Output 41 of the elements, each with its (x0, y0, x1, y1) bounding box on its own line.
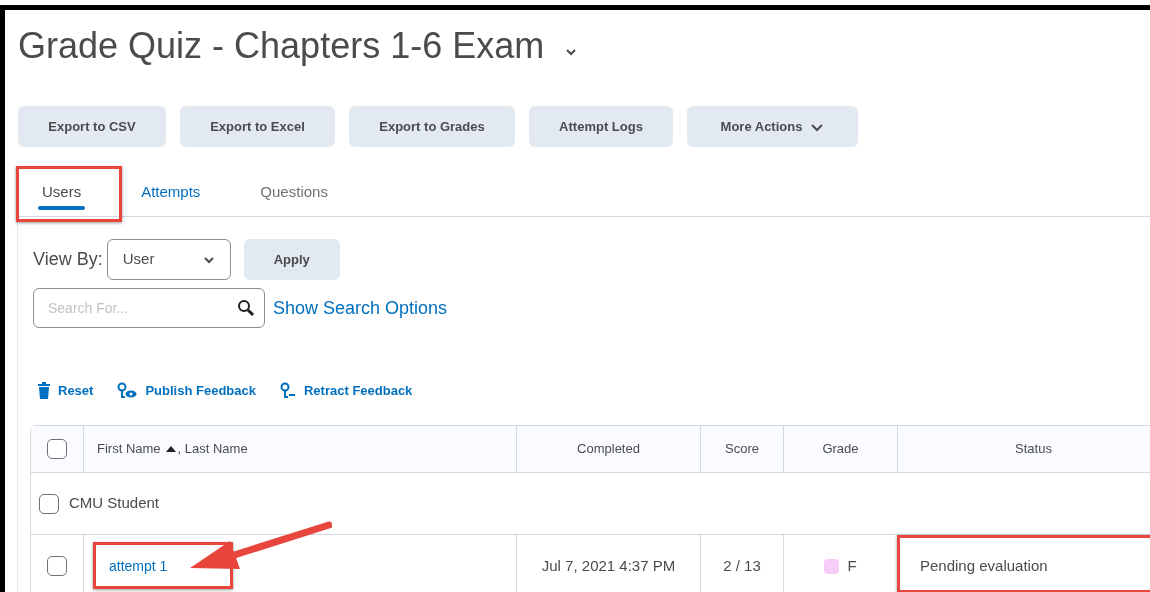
column-header: Grade (784, 426, 898, 472)
search-field[interactable]: Search For... (33, 288, 265, 328)
action-link[interactable]: Retract Feedback (279, 381, 413, 401)
search-icon (237, 299, 255, 317)
toolbar-button[interactable]: Attempt Logs (529, 106, 673, 147)
chevron-down-icon (564, 47, 579, 57)
trash-icon (38, 382, 50, 400)
table-cell-text: 2 / 13 (723, 555, 761, 576)
column-header: Score (701, 426, 784, 472)
sort-up-icon (165, 446, 176, 452)
checkbox[interactable] (39, 493, 59, 514)
chevron-down-icon (810, 121, 825, 132)
column-header[interactable]: First Name (97, 439, 161, 459)
table-cell-text: Jul 7, 2021 4:37 PM (541, 555, 676, 576)
attempt-link[interactable]: attempt 1 (109, 555, 168, 577)
tab[interactable]: Users (33, 169, 91, 216)
column-header: Completed (517, 426, 701, 472)
toolbar-button[interactable]: Export to Grades (349, 106, 515, 147)
pin-minus-icon (279, 382, 296, 400)
tab[interactable]: Questions (251, 169, 337, 216)
view-by-select[interactable]: User (106, 239, 231, 280)
field-label: View By: (33, 248, 103, 271)
apply-button[interactable]: Apply (243, 239, 340, 280)
column-header[interactable]: , Last Name (177, 439, 248, 459)
table-cell-text: F (847, 555, 857, 576)
action-link[interactable]: Publish Feedback (117, 381, 256, 401)
grade-swatch (824, 558, 840, 574)
page-title: Grade Quiz - Chapters 1-6 Exam (18, 28, 545, 64)
column-header: Status (1014, 440, 1053, 459)
search-options-link[interactable]: Show Search Options (273, 294, 448, 322)
table-cell-text: Pending evaluation (920, 555, 1048, 576)
toolbar-button[interactable]: Export to CSV (18, 106, 166, 147)
toolbar-button[interactable]: More Actions (687, 106, 858, 147)
pin-eye-icon (117, 382, 138, 400)
tab[interactable]: Attempts (132, 169, 210, 216)
checkbox[interactable] (47, 439, 67, 459)
checkbox[interactable] (47, 556, 67, 576)
action-link[interactable]: Reset (38, 381, 94, 401)
chevron-down-icon (202, 255, 215, 264)
group-name: CMU Student (69, 493, 160, 514)
toolbar-button[interactable]: Export to Excel (180, 106, 335, 147)
